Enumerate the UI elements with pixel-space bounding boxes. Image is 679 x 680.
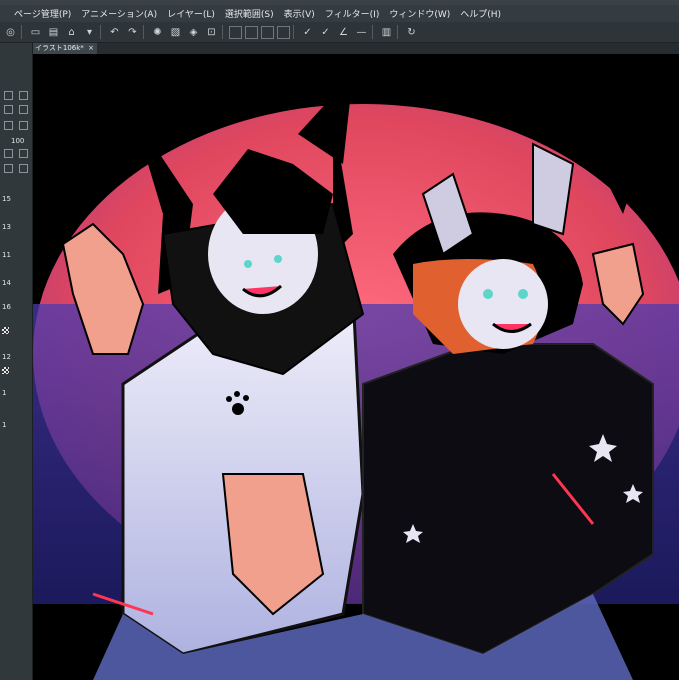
undo-icon[interactable]: ↶	[107, 25, 122, 40]
zoom-row[interactable]: 100	[0, 135, 32, 146]
pen-icon[interactable]: ✓	[300, 25, 315, 40]
menu-animation[interactable]: アニメーション(A)	[81, 7, 157, 20]
menu-bar: ページ管理(P) アニメーション(A) レイヤー(L) 選択範囲(S) 表示(V…	[0, 5, 679, 22]
layer-thumbnail	[2, 367, 9, 374]
line-icon[interactable]: —	[354, 25, 369, 40]
separator	[222, 25, 223, 39]
layer-label: 15	[2, 194, 11, 203]
menu-page-management[interactable]: ページ管理(P)	[14, 7, 71, 20]
app-icon[interactable]: ◎	[3, 25, 18, 40]
new-file-icon[interactable]: ▭	[28, 25, 43, 40]
close-icon[interactable]: ×	[88, 43, 94, 54]
layer-row[interactable]: 14	[0, 277, 32, 288]
layer-row[interactable]: 1	[0, 419, 32, 430]
layer-type-icon[interactable]	[19, 149, 28, 158]
layer-row[interactable]: 11	[0, 249, 32, 260]
print-icon[interactable]: ⌂	[64, 25, 79, 40]
transform-icon[interactable]: ⊡	[204, 25, 219, 40]
separator	[143, 25, 144, 39]
right-figure	[362, 343, 654, 656]
trash-icon[interactable]	[19, 164, 28, 173]
layer-row[interactable]: 16	[0, 301, 32, 312]
frame-icon[interactable]	[19, 105, 28, 114]
cut-icon[interactable]	[229, 25, 242, 39]
layer-thumbnail	[2, 327, 9, 334]
tab-document[interactable]: イラスト106k* ×	[33, 43, 97, 54]
illustration	[33, 74, 679, 680]
layer-icon[interactable]: ▥	[379, 25, 394, 40]
layer-panel: 100 15 13 11 14 16 12 1 1	[0, 43, 33, 680]
select-all-icon[interactable]	[245, 25, 258, 39]
layer-row[interactable]: 1	[0, 387, 32, 398]
layer-label: 14	[2, 278, 11, 287]
loading-icon[interactable]: ✺	[150, 25, 165, 40]
separator	[372, 25, 373, 39]
grid-icon[interactable]	[4, 91, 13, 100]
command-bar: ◎ ▭ ▤ ⌂ ▾ ↶ ↷ ✺ ▧ ◈ ⊡ ✓ ✓ ∠ — ▥ ↻	[0, 22, 679, 43]
layer-row[interactable]: 12	[0, 351, 32, 362]
layer-label: 16	[2, 302, 11, 311]
menu-view[interactable]: 表示(V)	[284, 7, 315, 20]
menu-layer[interactable]: レイヤー(L)	[167, 7, 215, 20]
layer-row[interactable]: 15	[0, 193, 32, 204]
layer-label: 13	[2, 222, 11, 231]
layer-label: 12	[2, 352, 11, 361]
clear-icon[interactable]: ▧	[168, 25, 183, 40]
zoom-value: 100	[11, 136, 25, 145]
layer-row[interactable]	[0, 325, 32, 336]
tab-title: イラスト106k*	[35, 44, 84, 52]
layer-row[interactable]: 13	[0, 221, 32, 232]
refresh-icon[interactable]: ↻	[404, 25, 419, 40]
lock-icon[interactable]	[19, 121, 28, 130]
frame-icon[interactable]	[277, 25, 290, 39]
grid-icon[interactable]	[19, 91, 28, 100]
separator	[293, 25, 294, 39]
separator	[100, 25, 101, 39]
redo-icon[interactable]: ↷	[125, 25, 140, 40]
ruler-icon[interactable]: ∠	[336, 25, 351, 40]
layer-label: 1	[2, 388, 7, 397]
drawing-canvas[interactable]	[33, 54, 679, 680]
separator	[21, 25, 22, 39]
menu-filter[interactable]: フィルター(I)	[325, 7, 380, 20]
menu-help[interactable]: ヘルプ(H)	[460, 7, 501, 20]
frame-icon[interactable]	[4, 105, 13, 114]
fill-icon[interactable]: ◈	[186, 25, 201, 40]
layer-type-icon[interactable]	[4, 149, 13, 158]
folder-icon[interactable]	[4, 164, 13, 173]
pencil-icon[interactable]: ✓	[318, 25, 333, 40]
layer-label: 1	[2, 420, 7, 429]
menu-selection[interactable]: 選択範囲(S)	[225, 7, 274, 20]
layer-label: 11	[2, 250, 11, 259]
tab-bar: イラスト106k* ×	[33, 43, 679, 54]
dropdown-icon[interactable]: ▾	[82, 25, 97, 40]
layer-row[interactable]	[0, 365, 32, 376]
separator	[397, 25, 398, 39]
deselect-icon[interactable]	[261, 25, 274, 39]
menu-window[interactable]: ウィンドウ(W)	[389, 7, 450, 20]
lock-icon[interactable]	[4, 121, 13, 130]
save-icon[interactable]: ▤	[46, 25, 61, 40]
